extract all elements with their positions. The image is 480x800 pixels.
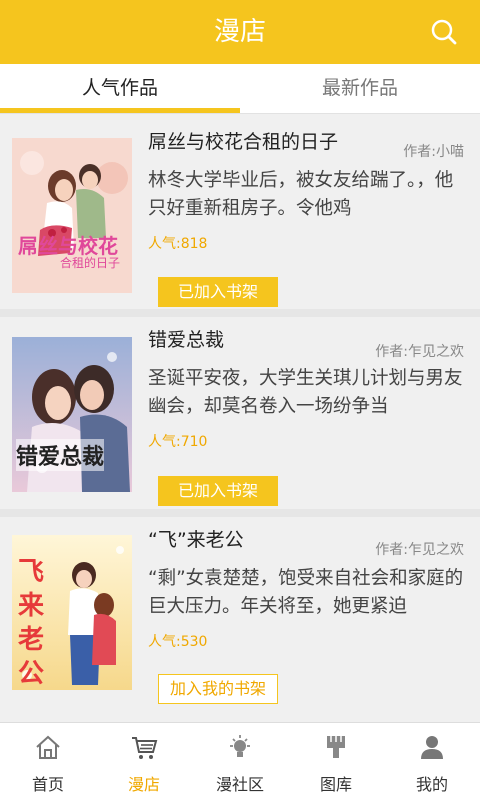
bottom-nav: 首页 漫店 漫社区 图库 我的 <box>0 722 480 800</box>
tab-latest[interactable]: 最新作品 <box>240 64 480 114</box>
nav-gallery-label: 图库 <box>319 775 352 794</box>
book-title[interactable]: 屌丝与校花合租的日子 <box>148 127 338 154</box>
nav-community[interactable]: 漫社区 <box>192 723 288 800</box>
page-title: 漫店 <box>213 17 266 47</box>
book-author: 作者:乍见之欢 <box>375 542 464 558</box>
book-popularity: 人气:818 <box>148 236 208 252</box>
cover-title-char: 老 <box>18 625 45 655</box>
nav-home[interactable]: 首页 <box>0 723 96 800</box>
cover-title-text: 错爱总裁 <box>16 439 105 471</box>
nav-gallery[interactable]: 图库 <box>288 723 384 800</box>
cover-title-char: 公 <box>18 659 45 689</box>
book-description: 圣诞平安夜，大学生关琪儿计划与男友幽会，却莫名卷入一场纷争当 <box>148 368 463 417</box>
tab-bar: 人气作品 最新作品 <box>0 64 480 114</box>
nav-profile-label: 我的 <box>415 775 448 794</box>
book-author: 作者:乍见之欢 <box>375 344 464 360</box>
nav-shop[interactable]: 漫店 <box>96 723 192 800</box>
book-title[interactable]: 错爱总裁 <box>148 325 224 352</box>
book-cover[interactable]: 错爱总裁 <box>12 337 132 492</box>
tab-active-indicator <box>0 108 240 113</box>
divider <box>0 509 480 517</box>
book-popularity: 人气:530 <box>148 634 208 650</box>
book-author: 作者:小喵 <box>403 144 464 160</box>
book-popularity: 人气:710 <box>148 434 208 450</box>
home-icon <box>36 735 60 759</box>
book-card[interactable]: 错爱总裁 错爱总裁 作者:乍见之欢 圣诞平安夜，大学生关琪儿计划与男友幽会，却莫… <box>0 317 480 509</box>
book-cover[interactable]: 屌丝与校花 合租的日子 <box>12 138 132 293</box>
cover-title-char: 来 <box>18 591 45 621</box>
search-icon[interactable] <box>430 18 458 46</box>
book-description: 林冬大学毕业后，被女友给踹了。，他只好重新租房子。令他鸡 <box>148 170 454 219</box>
app-header: 漫店 <box>0 0 480 64</box>
book-card[interactable]: 飞 来 老 公 “飞”来老公 作者:乍见之欢 “剩”女袁楚楚，饱受来自社会和家庭… <box>0 517 480 711</box>
book-title[interactable]: “飞”来老公 <box>148 525 244 552</box>
book-description: “剩”女袁楚楚，饱受来自社会和家庭的巨大压力。年关将至，她更紧迫 <box>148 568 464 617</box>
nav-home-label: 首页 <box>31 775 64 794</box>
added-to-shelf-button[interactable]: 已加入书架 <box>158 277 278 307</box>
cover-title-char: 飞 <box>18 557 45 587</box>
nav-profile[interactable]: 我的 <box>384 723 480 800</box>
nav-community-label: 漫社区 <box>215 775 264 794</box>
added-to-shelf-button[interactable]: 已加入书架 <box>158 476 278 506</box>
nav-shop-label: 漫店 <box>127 775 160 794</box>
brush-icon <box>327 736 345 758</box>
cart-icon <box>132 737 158 759</box>
user-icon <box>421 736 443 759</box>
tab-popular[interactable]: 人气作品 <box>0 64 240 114</box>
divider <box>0 309 480 317</box>
add-to-shelf-button[interactable]: 加入我的书架 <box>158 674 278 704</box>
book-cover[interactable]: 飞 来 老 公 <box>12 535 132 690</box>
bulb-icon <box>230 735 250 757</box>
book-card[interactable]: 屌丝与校花 合租的日子 屌丝与校花合租的日子 作者:小喵 林冬大学毕业后，被女友… <box>0 115 480 309</box>
cover-subtitle-text: 合租的日子 <box>60 256 121 270</box>
